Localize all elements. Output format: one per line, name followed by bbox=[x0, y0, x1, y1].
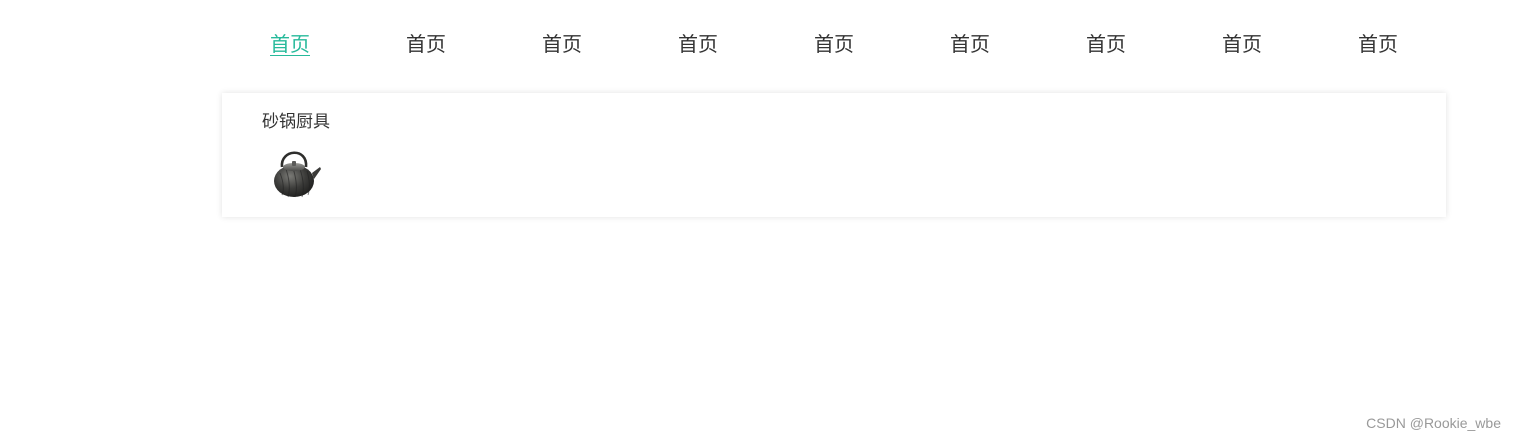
nav-item-home-8[interactable]: 首页 bbox=[1174, 24, 1310, 64]
nav-item-home-2[interactable]: 首页 bbox=[358, 24, 494, 64]
watermark: CSDN @Rookie_wbe bbox=[1366, 415, 1501, 431]
top-nav: 首页 首页 首页 首页 首页 首页 首页 首页 首页 bbox=[222, 24, 1446, 64]
nav-item-home-3[interactable]: 首页 bbox=[494, 24, 630, 64]
category-dropdown-panel: 砂锅厨具 bbox=[222, 93, 1446, 217]
nav-item-home-7[interactable]: 首页 bbox=[1038, 24, 1174, 64]
nav-item-home-5[interactable]: 首页 bbox=[766, 24, 902, 64]
nav-item-home-9[interactable]: 首页 bbox=[1310, 24, 1446, 64]
category-item-casserole-kitchenware[interactable]: 砂锅厨具 bbox=[248, 109, 344, 198]
nav-item-home-6[interactable]: 首页 bbox=[902, 24, 1038, 64]
nav-item-home-4[interactable]: 首页 bbox=[630, 24, 766, 64]
category-label: 砂锅厨具 bbox=[262, 112, 330, 132]
teapot-icon bbox=[268, 143, 324, 199]
nav-item-home-1[interactable]: 首页 bbox=[222, 24, 358, 64]
